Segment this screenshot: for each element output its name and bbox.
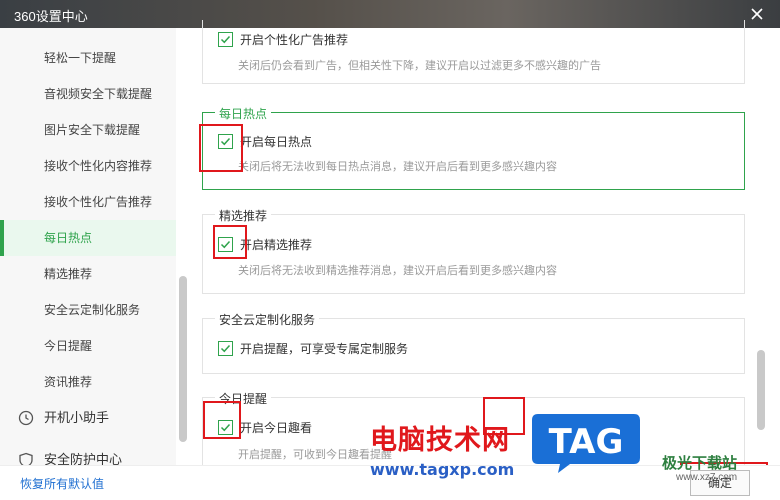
cloud-service-label: 开启提醒，可享受专属定制服务 [240,342,409,356]
annotation-box-today [203,401,241,439]
sidebar-group-startup-assistant[interactable]: 开机小助手 [0,400,176,436]
annotation-box-featured [213,225,247,259]
ad-recommend-checkbox[interactable] [218,32,233,47]
section-ad-recommend [202,20,745,84]
sidebar-item-today-reminder[interactable]: 今日提醒 [0,328,176,364]
watermark-site-name: 电脑技术网 [370,425,510,456]
sidebar-scroll-thumb[interactable] [179,276,187,442]
daily-hot-desc: 关闭后将无法收到每日热点消息，建议开启后看到更多感兴趣内容 [238,161,557,173]
sidebar-item-ad-recommend[interactable]: 接收个性化广告推荐 [0,184,176,220]
sidebar-item-image-download[interactable]: 图片安全下载提醒 [0,112,176,148]
ad-recommend-label: 开启个性化广告推荐 [240,33,349,47]
clock-icon [18,410,34,426]
sidebar-group-label: 安全防护中心 [44,452,123,465]
close-icon [751,8,763,20]
section-title-daily-hot: 每日热点 [215,105,272,122]
featured-desc: 关闭后将无法收到精选推荐消息，建议开启后看到更多感兴趣内容 [238,265,557,277]
section-title-featured: 精选推荐 [215,207,272,224]
section-featured: 精选推荐 [202,207,745,294]
section-title-cloud-service: 安全云定制化服务 [215,311,320,328]
watermark-jg-name: 极光下载站 [662,455,738,472]
shield-icon [19,452,33,465]
watermark-url: www.tagxp.com [370,460,515,479]
today-reminder-desc: 开启提醒，可收到今日趣看提醒 [238,449,392,461]
cloud-service-checkbox[interactable] [218,341,233,356]
sidebar-scrollbar[interactable] [178,28,188,465]
annotation-box-daily-hot [199,124,243,172]
sidebar: 轻松一下提醒 音视频安全下载提醒 图片安全下载提醒 接收个性化内容推荐 接收个性… [0,28,176,465]
sidebar-group-label: 开机小助手 [44,410,110,425]
tag-logo-icon: TAG [532,414,640,473]
window-title: 360设置中心 [14,9,88,24]
ad-recommend-desc: 关闭后仍会看到广告，但相关性下降，建议开启以过滤更多不感兴趣的广告 [238,60,601,72]
sidebar-item-relax-reminder[interactable]: 轻松一下提醒 [0,40,176,76]
watermark-jg-url: www.xz7.com [676,472,738,483]
sidebar-item-av-download[interactable]: 音视频安全下载提醒 [0,76,176,112]
restore-defaults-link[interactable]: 恢复所有默认值 [20,475,104,492]
sidebar-item-featured[interactable]: 精选推荐 [0,256,176,292]
tag-logo-text: TAG [549,422,624,462]
content-scroll-thumb[interactable] [757,350,765,430]
checkmark-icon [220,35,231,44]
section-daily-hot: 每日热点 [202,105,745,190]
today-reminder-label: 开启今日趣看 [240,421,313,435]
daily-hot-label: 开启每日热点 [240,135,313,149]
checkmark-icon [220,344,231,353]
close-button[interactable] [746,3,768,25]
content-scrollbar[interactable] [756,28,766,465]
sidebar-item-news[interactable]: 资讯推荐 [0,364,176,400]
featured-label: 开启精选推荐 [240,238,313,252]
sidebar-item-content-recommend[interactable]: 接收个性化内容推荐 [0,148,176,184]
sidebar-item-daily-hot[interactable]: 每日热点 [0,220,176,256]
sidebar-group-security-center[interactable]: 安全防护中心 [0,442,176,465]
sidebar-item-cloud-service[interactable]: 安全云定制化服务 [0,292,176,328]
